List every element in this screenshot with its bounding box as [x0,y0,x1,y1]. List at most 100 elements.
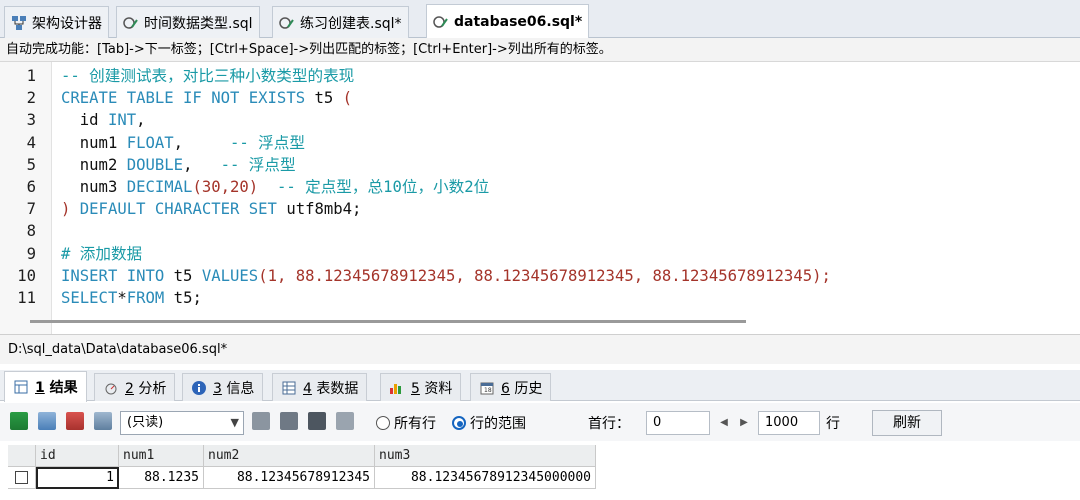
column-header[interactable]: num3 [375,445,596,467]
code-text: # 添加数据 [61,243,142,265]
code-line[interactable]: 11 SELECT*FROM t5; [0,287,1080,309]
file-tab-label: 练习创建表.sql* [300,15,402,32]
duplicate-row-icon[interactable] [38,412,56,430]
file-tab-bar: 架构设计器 时间数据类型.sql 练习创建表.sql* database06.s… [0,0,1080,39]
code-line[interactable]: 10 INSERT INTO t5 VALUES(1, 88.1234567891… [0,265,1080,287]
copy-icon[interactable] [336,412,354,430]
next-page-icon[interactable]: ▶ [736,411,752,435]
table-data-icon [281,380,297,396]
column-header[interactable]: num2 [204,445,375,467]
code-line[interactable]: 9 # 添加数据 [0,243,1080,265]
code-line[interactable]: 2 CREATE TABLE IF NOT EXISTS t5 ( [0,87,1080,109]
code-token: num3 [61,178,127,196]
radio-all-rows[interactable]: 所有行 [376,413,436,433]
grid-header: id num1 num2 num3 [8,445,596,467]
line-number: 10 [17,266,36,285]
code-text: SELECT*FROM t5; [61,287,202,309]
file-tab-database06[interactable]: database06.sql* [426,4,590,39]
line-number: 9 [26,244,36,263]
column-header[interactable]: id [36,445,119,467]
row-count-input[interactable]: 1000 [758,411,820,435]
result-grid: id num1 num2 num3 1 88.1235 88.123456789… [0,441,1080,500]
first-row-input[interactable]: 0 [646,411,710,435]
code-text: ) DEFAULT CHARACTER SET utf8mb4; [61,198,361,220]
table-cell[interactable]: 88.12345678912345 [204,467,375,489]
prev-page-icon[interactable]: ◀ [716,411,732,435]
code-line[interactable]: 8 [0,220,1080,242]
code-token: t5; [164,289,202,307]
column-header[interactable]: num1 [119,445,204,467]
tab-info-chart[interactable]: 5 资料 [380,373,462,401]
horizontal-scrollbar[interactable] [30,320,746,323]
delete-row-icon[interactable] [66,412,84,430]
code-token: SELECT [61,289,118,307]
code-token: # 添加数据 [61,244,143,263]
code-line[interactable]: 5 num2 DOUBLE, -- 浮点型 [0,154,1080,176]
result-toolbar: (只读) ▼ 所有行 行的范围 首行： 0 ◀ ▶ 1000 行 刷新 [0,403,1080,441]
add-row-icon[interactable] [10,412,28,430]
table-cell[interactable]: 88.12345678912345000000 [375,467,596,489]
table-cell[interactable]: 88.1235 [119,467,204,489]
code-line[interactable]: 3 id INT, [0,109,1080,131]
code-line[interactable]: 6 num3 DECIMAL(30,20) -- 定点型，总10位，小数2位 [0,176,1080,198]
code-token: DECIMAL [126,178,193,196]
code-text: num2 DOUBLE, -- 浮点型 [61,154,296,176]
line-number: 7 [26,200,36,219]
code-text: CREATE TABLE IF NOT EXISTS t5 ( [61,87,352,109]
code-token: DOUBLE [126,155,184,174]
code-token: -- 浮点型 [230,133,305,152]
tab-table-data[interactable]: 4 表数据 [272,373,368,401]
header-corner [8,445,36,467]
table-cell[interactable]: 1 [36,467,119,489]
file-tab-schema-designer[interactable]: 架构设计器 [4,6,109,38]
tab-result[interactable]: 1 结果 [4,371,87,402]
tab-history[interactable]: 18 6 历史 [470,373,552,401]
table-row[interactable]: 1 88.1235 88.12345678912345 88.123456789… [8,467,596,489]
code-token: utf8mb4; [276,200,362,219]
code-text: id INT, [61,109,146,131]
code-line[interactable]: 7 ) DEFAULT CHARACTER SET utf8mb4; [0,198,1080,220]
result-tab-bar: 1 结果 2 分析 3 信息 4 表数据 5 资料 18 6 历史 [0,370,1080,402]
file-tab-label: 架构设计器 [32,15,102,32]
line-number: 4 [26,133,36,152]
code-token: -- 创建测试表，对比三种小数类型的表现 [61,67,355,85]
code-token: , [183,155,221,174]
save-icon[interactable] [280,412,298,430]
file-tab-time-types[interactable]: 时间数据类型.sql [116,6,260,38]
code-token: INT [107,111,137,130]
code-line[interactable]: 4 num1 FLOAT, -- 浮点型 [0,132,1080,154]
line-number: 11 [17,289,36,307]
autocomplete-hint: 自动完成功能：[Tab]->下一标签；[Ctrl+Space]->列出匹配的标签… [0,38,1080,62]
read-only-select[interactable]: (只读) ▼ [120,411,244,435]
profile-icon [103,380,119,396]
code-token: FROM [126,289,165,307]
code-text: num1 FLOAT, -- 浮点型 [61,132,305,154]
code-token: , [173,133,231,152]
info-chart-icon [389,380,405,396]
rows-label: 行 [826,416,840,432]
tab-info[interactable]: 3 信息 [182,373,264,401]
tab-profile[interactable]: 2 分析 [94,373,176,401]
code-text: INSERT INTO t5 VALUES(1, 88.123456789123… [61,265,831,287]
code-token: t5 [164,266,202,285]
save-changes-icon[interactable] [94,412,112,430]
row-select-checkbox[interactable] [8,467,36,489]
code-token: VALUES [201,266,259,285]
line-number: 2 [26,89,36,108]
file-tab-create-table[interactable]: 练习创建表.sql* [272,6,409,38]
radio-row-range[interactable]: 行的范围 [452,413,526,433]
code-line[interactable]: 1 -- 创建测试表，对比三种小数类型的表现 [0,65,1080,87]
export-icon[interactable] [252,412,270,430]
code-token: CREATE TABLE IF NOT EXISTS [61,89,306,108]
sql-editor[interactable]: 1 -- 创建测试表，对比三种小数类型的表现 2 CREATE TABLE IF NO… [0,62,1080,334]
refresh-button[interactable]: 刷新 [872,410,942,436]
trash-icon[interactable] [308,412,326,430]
schema-designer-icon [11,15,27,31]
file-tab-label: 时间数据类型.sql [144,15,253,32]
code-token: INSERT INTO [61,266,165,285]
code-token: * [117,289,127,307]
code-token: num2 [61,155,127,174]
code-token: ( [342,89,353,108]
sql-file-icon [433,14,449,30]
